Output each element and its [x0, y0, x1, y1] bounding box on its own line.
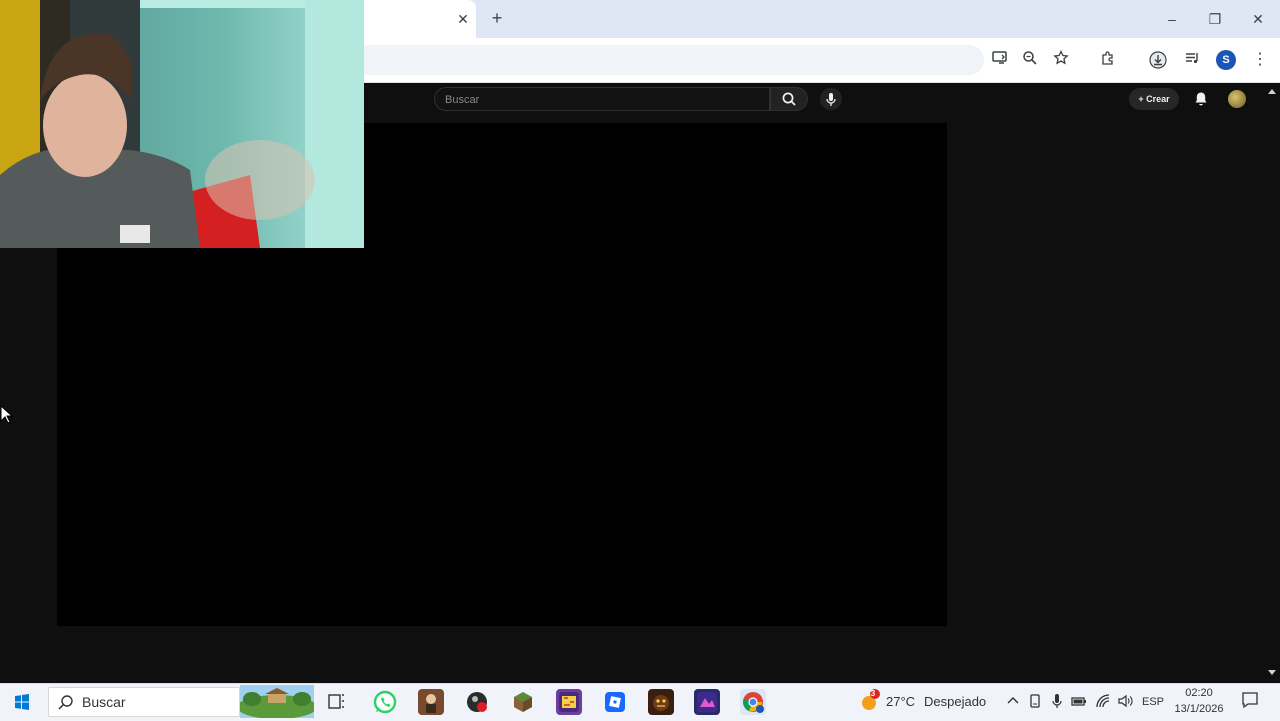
voice-search-button[interactable]: [820, 88, 842, 110]
tray-battery-icon[interactable]: [1070, 692, 1088, 710]
webcam-overlay: [0, 0, 364, 248]
clock-date[interactable]: 13/1/2026: [1172, 702, 1226, 716]
minecraft-icon[interactable]: [510, 689, 536, 715]
address-bar[interactable]: [364, 45, 984, 75]
search-highlight-image[interactable]: [240, 685, 314, 718]
weather-description[interactable]: Despejado: [924, 693, 986, 711]
tab-close-icon[interactable]: ✕: [455, 10, 471, 28]
tray-microphone-icon[interactable]: [1048, 692, 1066, 710]
game-app-3-icon[interactable]: [556, 689, 582, 715]
extensions-icon[interactable]: [1097, 50, 1119, 70]
youtube-search-input[interactable]: Buscar: [434, 87, 770, 111]
fnaf-icon[interactable]: [648, 689, 674, 715]
game-app-4-icon[interactable]: [694, 689, 720, 715]
notification-center-icon[interactable]: [1240, 690, 1258, 709]
browser-menu-icon[interactable]: ⋮: [1249, 50, 1271, 70]
start-button[interactable]: [10, 690, 34, 714]
clock-time[interactable]: 02:20: [1172, 686, 1226, 700]
tray-device-icon[interactable]: [1026, 692, 1044, 710]
bookmark-star-icon[interactable]: [1050, 49, 1072, 70]
scroll-up-arrow-icon[interactable]: [1266, 86, 1278, 96]
taskbar-search-box[interactable]: [48, 687, 240, 717]
restore-button[interactable]: ❐: [1201, 8, 1229, 30]
search-icon: [58, 695, 73, 710]
new-tab-button[interactable]: +: [488, 8, 506, 28]
game-app-1-icon[interactable]: [418, 689, 444, 715]
windows-logo-icon: [15, 694, 29, 710]
notifications-bell-icon[interactable]: [1192, 90, 1210, 108]
tray-chevron-up-icon[interactable]: [1004, 692, 1022, 710]
youtube-search-button[interactable]: [770, 87, 808, 111]
scroll-down-arrow-icon[interactable]: [1266, 668, 1278, 678]
profile-avatar[interactable]: S: [1216, 50, 1236, 70]
mouse-cursor-icon: [0, 405, 14, 424]
game-app-2-icon[interactable]: [464, 689, 490, 715]
youtube-account-avatar[interactable]: [1228, 90, 1246, 108]
download-icon[interactable]: [1147, 50, 1169, 70]
install-app-icon[interactable]: [989, 50, 1011, 70]
tray-wifi-icon[interactable]: [1094, 692, 1112, 710]
search-icon: [782, 92, 796, 106]
media-control-icon[interactable]: [1181, 50, 1203, 70]
input-language[interactable]: ESP: [1142, 694, 1164, 710]
microphone-icon: [826, 93, 836, 106]
task-view-icon[interactable]: [324, 689, 350, 715]
zoom-icon[interactable]: [1019, 50, 1041, 70]
minimize-button[interactable]: –: [1158, 8, 1186, 30]
taskbar-search-label: Buscar: [82, 694, 126, 710]
chrome-icon[interactable]: [740, 689, 766, 715]
create-button[interactable]: + Crear: [1129, 88, 1179, 110]
tray-volume-icon[interactable]: [1116, 692, 1134, 710]
weather-temperature[interactable]: 27°C: [886, 693, 915, 711]
close-window-button[interactable]: ✕: [1244, 8, 1272, 30]
weather-badge: 3: [870, 689, 876, 698]
roblox-icon[interactable]: [602, 689, 628, 715]
whatsapp-icon[interactable]: [372, 689, 398, 715]
